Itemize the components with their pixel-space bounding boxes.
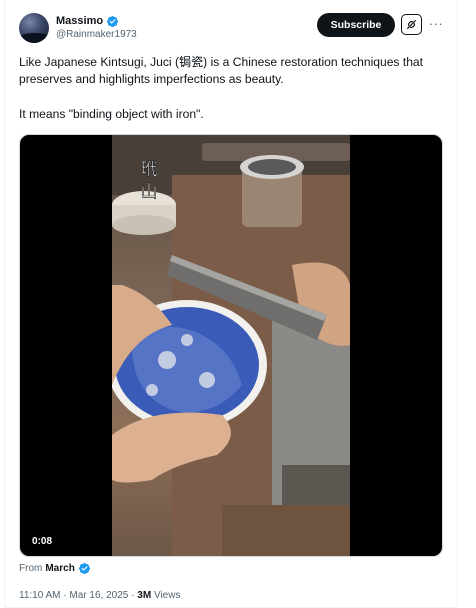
tweet-date[interactable]: Mar 16, 2025 — [69, 590, 128, 601]
author-name-row[interactable]: Massimo — [56, 13, 119, 29]
author-handle[interactable]: @Rainmaker1973 — [56, 29, 137, 40]
more-options-icon[interactable]: ··· — [428, 14, 444, 34]
author-display-name[interactable]: Massimo — [56, 15, 103, 27]
attribution-source-link[interactable]: March — [45, 563, 74, 574]
video-frame[interactable]: 玳 山 — [112, 135, 350, 556]
views-count[interactable]: 3M — [137, 590, 151, 601]
subscribe-button[interactable]: Subscribe — [317, 13, 395, 37]
meta-separator: · — [131, 590, 135, 601]
video-watermark: 玳 山 — [140, 160, 158, 201]
svg-text:山: 山 — [141, 182, 158, 201]
tweet-time[interactable]: 11:10 AM — [19, 590, 61, 601]
attribution-row: From March — [19, 562, 91, 575]
grok-button[interactable] — [401, 14, 422, 35]
verified-badge-icon — [78, 562, 90, 575]
attribution-prefix: From — [19, 563, 43, 574]
video-timestamp: 0:08 — [32, 536, 53, 547]
tweet-text-paragraph-1: Like Japanese Kintsugi, Juci (锔瓷) is a C… — [19, 55, 424, 87]
svg-text:玳: 玳 — [141, 160, 158, 180]
views-label: Views — [153, 590, 181, 601]
tweet-text-paragraph-2: It means "binding object with iron". — [19, 107, 204, 122]
tweet-text: Like Japanese Kintsugi, Juci (锔瓷) is a C… — [19, 54, 449, 124]
avatar[interactable] — [19, 13, 49, 43]
grok-icon — [407, 20, 416, 29]
meta-separator: · — [63, 590, 67, 601]
tweet-meta: 11:10 AM · Mar 16, 2025 · 3M Views — [19, 590, 180, 601]
video-player[interactable]: 玳 山 0:08 — [19, 134, 443, 557]
verified-badge-icon — [107, 15, 119, 27]
